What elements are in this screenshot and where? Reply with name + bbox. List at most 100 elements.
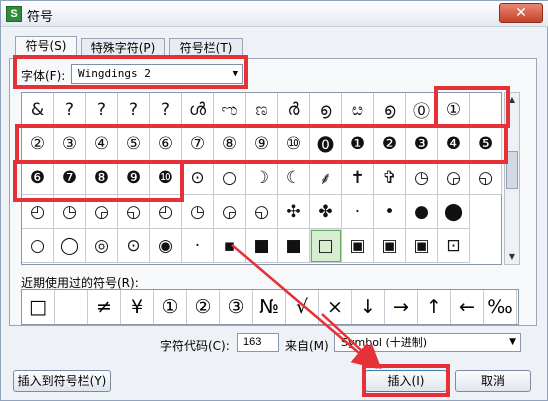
symbol-cell[interactable]: ◷ [182,195,214,229]
symbol-cell[interactable]: ▣ [406,229,438,263]
recent-symbol-cell[interactable]: ① [154,290,187,324]
symbol-cell[interactable]: ② [22,127,54,161]
cancel-button[interactable]: 取消 [455,370,531,392]
scroll-thumb[interactable] [506,151,518,189]
symbol-cell[interactable]: ? [150,93,182,127]
symbol-cell[interactable]: ◵ [470,161,502,195]
symbol-cell[interactable]: ❾ [118,161,150,195]
symbol-cell[interactable]: ■ [246,229,278,263]
symbol-cell[interactable]: ✣ [278,195,310,229]
scroll-up-icon[interactable]: ▲ [505,93,519,107]
symbol-cell[interactable]: ಣ [246,93,278,127]
symbol-cell[interactable]: ◷ [406,161,438,195]
symbol-cell[interactable]: ⬤ [438,195,470,229]
recent-symbol-cell[interactable]: ¥ [121,290,154,324]
symbol-cell[interactable]: ◶ [86,195,118,229]
symbol-cell[interactable]: ⑨ [246,127,278,161]
symbol-cell[interactable]: ೞ [342,93,374,127]
tab-symbols[interactable]: 符号(S) [15,36,77,59]
symbol-cell[interactable]: ❶ [342,127,374,161]
symbol-cell[interactable]: ☽ [246,161,278,195]
grid-scrollbar[interactable]: ▲ ▼ [504,92,520,265]
symbol-cell[interactable]: ④ [86,127,118,161]
recent-symbol-cell[interactable]: № [253,290,286,324]
symbol-cell[interactable]: ⸙ [310,161,342,195]
symbol-cell[interactable]: ◵ [246,195,278,229]
symbol-cell[interactable]: ❸ [406,127,438,161]
symbol-cell[interactable]: ◵ [118,195,150,229]
symbol-cell[interactable]: ▣ [374,229,406,263]
char-code-input[interactable]: 163 [237,333,279,352]
symbol-cell[interactable]: ⓿ [310,127,342,161]
symbol-cell[interactable]: ◎ [86,229,118,263]
recent-symbol-cell[interactable]: □ [22,290,55,324]
tab-special-chars[interactable]: 特殊字符(P) [81,38,165,58]
tab-symbol-bar[interactable]: 符号栏(T) [169,38,243,58]
symbol-cell[interactable]: ? [118,93,150,127]
symbol-cell[interactable]: ❹ [438,127,470,161]
symbol-cell[interactable]: · [342,195,374,229]
symbol-cell[interactable]: ✝ [342,161,374,195]
symbol-cell[interactable]: ○ [22,229,54,263]
symbol-cell[interactable]: ③ [54,127,86,161]
recent-symbol-cell[interactable]: ② [187,290,220,324]
symbol-cell[interactable]: ◴ [22,195,54,229]
symbol-cell[interactable]: ☾ [278,161,310,195]
symbol-cell[interactable]: ✤ [310,195,342,229]
symbol-cell[interactable]: ▣ [342,229,374,263]
close-button[interactable]: ✕ [499,3,543,23]
symbol-cell[interactable]: ൭ [310,93,342,127]
symbol-cell[interactable]: □ [310,229,342,263]
recent-symbol-cell[interactable]: √ [286,290,319,324]
symbol-cell[interactable]: ● [406,195,438,229]
symbol-cell[interactable]: ⑦ [182,127,214,161]
symbol-cell[interactable]: ◯ [54,229,86,263]
recent-symbol-cell[interactable]: × [319,290,352,324]
symbol-cell[interactable]: ❼ [54,161,86,195]
symbol-cell[interactable]: ❻ [22,161,54,195]
symbol-cell[interactable]: ? [54,93,86,127]
symbol-cell[interactable]: ❺ [470,127,502,161]
recent-symbol-cell[interactable]: ≠ [88,290,121,324]
symbol-cell[interactable]: ❷ [374,127,406,161]
symbol-cell[interactable]: ❽ [86,161,118,195]
from-dropdown[interactable]: Symbol (十进制) ▼ [334,333,521,352]
symbol-cell[interactable]: ▪ [214,229,246,263]
recent-symbol-cell[interactable] [55,290,88,324]
symbol-cell[interactable]: ൾ [182,93,214,127]
recent-symbol-cell[interactable]: ③ [220,290,253,324]
symbol-cell[interactable]: ◷ [54,195,86,229]
symbol-cell[interactable]: • [374,195,406,229]
symbol-cell[interactable]: ■ [278,229,310,263]
symbol-cell[interactable]: ◶ [214,195,246,229]
symbol-cell[interactable]: ⊙ [182,161,214,195]
symbol-cell[interactable]: ◉ [150,229,182,263]
symbol-cell[interactable]: ಌ [214,93,246,127]
symbol-cell[interactable]: ൭ [374,93,406,127]
recent-symbol-cell[interactable]: ↓ [352,290,385,324]
scroll-down-icon[interactable]: ▼ [505,250,519,264]
symbol-cell[interactable]: ❿ [150,161,182,195]
symbol-cell[interactable]: ⑥ [150,127,182,161]
font-dropdown[interactable]: Wingdings 2 ▼ [71,64,243,84]
insert-to-bar-button[interactable]: 插入到符号栏(Y) [13,370,111,392]
symbol-cell[interactable]: ⑩ [278,127,310,161]
symbol-cell[interactable]: · [182,229,214,263]
recent-symbol-cell[interactable]: ← [451,290,484,324]
symbol-cell[interactable]: ⓪ [406,93,438,127]
symbol-cell[interactable]: ◶ [438,161,470,195]
symbol-cell[interactable]: ? [86,93,118,127]
symbol-cell[interactable]: ⑤ [118,127,150,161]
symbol-cell[interactable]: ⊡ [438,229,470,263]
symbol-cell[interactable]: ◴ [150,195,182,229]
symbol-cell[interactable]: ർ [278,93,310,127]
symbol-cell[interactable]: ✞ [374,161,406,195]
symbol-cell[interactable]: ⑧ [214,127,246,161]
recent-symbol-cell[interactable]: ‰ [484,290,517,324]
symbol-cell[interactable]: ⊙ [118,229,150,263]
symbol-cell[interactable]: ① [438,93,470,127]
recent-symbol-cell[interactable]: → [385,290,418,324]
symbol-cell[interactable]: ○ [214,161,246,195]
symbol-cell[interactable]: & [22,93,54,127]
insert-button[interactable]: 插入(I) [365,370,447,392]
